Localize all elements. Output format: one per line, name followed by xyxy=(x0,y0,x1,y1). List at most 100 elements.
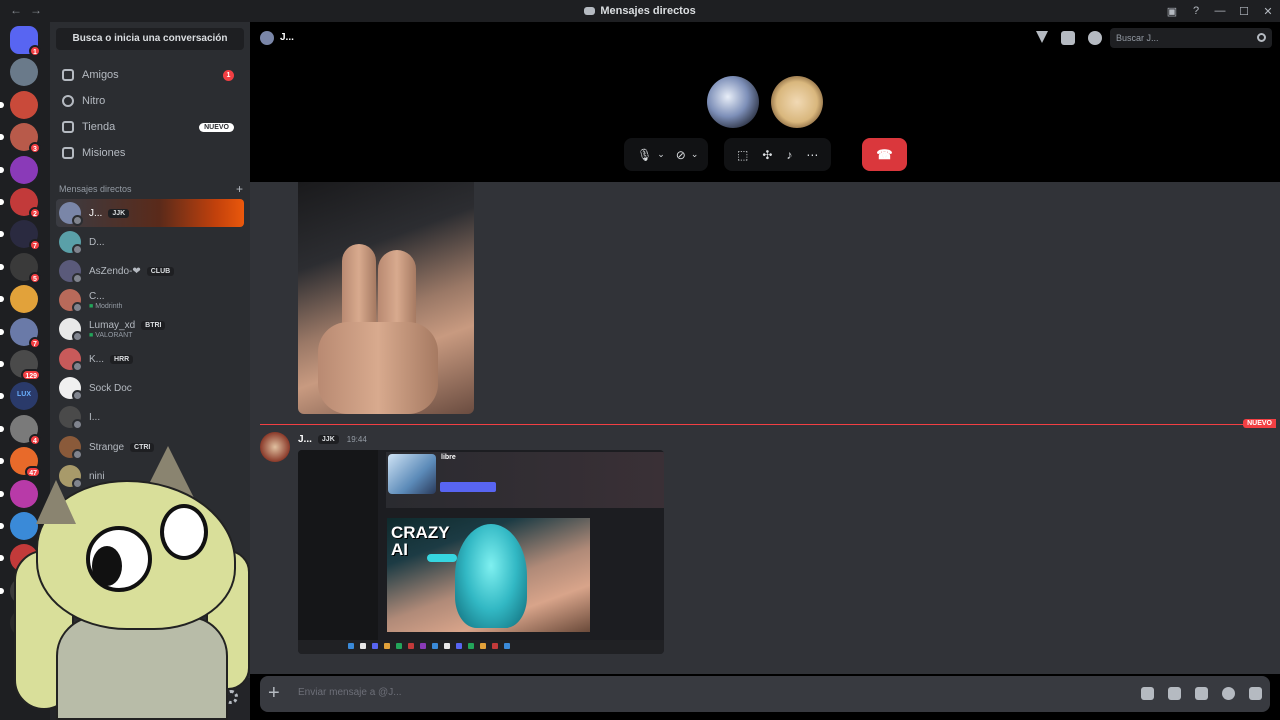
user-avatar[interactable] xyxy=(58,688,80,710)
taskbar-app-icon xyxy=(420,643,426,649)
emoji-icon[interactable] xyxy=(1222,687,1235,700)
server-icon[interactable]: LUX xyxy=(10,382,38,411)
minimize-button[interactable]: — xyxy=(1208,5,1232,17)
dm-item[interactable]: Lumay_xd BTRI ■ VALORANT xyxy=(56,315,244,343)
call-participant-avatar[interactable] xyxy=(707,76,759,128)
user-name: Lúc xyxy=(90,688,108,699)
dm-item[interactable]: Sock Doc xyxy=(56,374,244,402)
dm-item[interactable]: J... JJK xyxy=(56,199,244,227)
server-mention-badge: 3 xyxy=(29,563,41,576)
nav-shop[interactable]: Tienda NUEVO xyxy=(56,114,244,140)
dm-item[interactable]: I... xyxy=(56,403,244,431)
more-icon[interactable]: ⋯ xyxy=(806,148,818,162)
message-list: NUEVO J... JJK 19:44 libre CRAZY AI xyxy=(250,182,1280,674)
guild-tag: CLUB xyxy=(146,266,175,276)
add-friend-icon[interactable] xyxy=(1061,31,1075,45)
avatar xyxy=(59,260,83,284)
nav-friends[interactable]: Amigos 1 xyxy=(56,62,244,88)
chat-main: J... Buscar J... 🎙 ⌄ ⊘ ⌄ ⬚ ✣ ♪ ⋯ ☎ NUEVO… xyxy=(250,22,1280,720)
friends-badge: 1 xyxy=(223,69,234,81)
search-icon xyxy=(1257,33,1266,42)
guild-tag: HRR xyxy=(110,354,134,364)
maximize-button[interactable]: ☐ xyxy=(1232,5,1256,18)
dm-item[interactable]: nini xyxy=(56,462,244,490)
gear-icon[interactable] xyxy=(224,690,238,704)
upload-plus-icon[interactable]: + xyxy=(268,682,280,705)
message-author[interactable]: J... xyxy=(298,434,312,445)
nav-nitro[interactable]: Nitro xyxy=(56,88,244,114)
image-attachment[interactable] xyxy=(298,182,474,414)
dm-item[interactable]: K... HRR xyxy=(56,345,244,373)
server-mention-badge: 2 xyxy=(29,207,41,219)
unread-pill xyxy=(0,166,4,173)
avatar xyxy=(59,202,83,226)
taskbar-app-icon xyxy=(444,643,450,649)
sticker-icon[interactable] xyxy=(1195,687,1208,700)
chat-search-input[interactable]: Buscar J... xyxy=(1110,28,1272,48)
unread-pill xyxy=(0,490,4,497)
server-icon[interactable] xyxy=(10,58,38,87)
apps-icon[interactable] xyxy=(1249,687,1262,700)
server-icon[interactable] xyxy=(10,155,38,184)
help-icon[interactable]: ? xyxy=(1184,5,1208,17)
server-icon[interactable] xyxy=(10,285,38,314)
chevron-down-icon[interactable]: ⌄ xyxy=(657,149,665,160)
screen-share-icon[interactable]: ⬚ xyxy=(737,148,748,162)
server-icon[interactable] xyxy=(10,512,38,540)
server-icon[interactable]: 129 xyxy=(10,350,41,381)
unread-pill xyxy=(0,393,4,400)
nav-quests-label: Misiones xyxy=(82,147,126,159)
shop-new-badge: NUEVO xyxy=(199,122,234,132)
create-dm-icon[interactable]: + xyxy=(236,182,243,196)
server-icon[interactable]: 1 xyxy=(10,26,41,57)
conversation-search-button[interactable]: Busca o inicia una conversación xyxy=(56,28,244,50)
nav-quests[interactable]: Misiones xyxy=(56,140,244,166)
taskbar-app-icon xyxy=(468,643,474,649)
message-input[interactable]: Enviar mensaje a @J... xyxy=(298,687,402,698)
dm-item[interactable]: Strange CTRI xyxy=(56,433,244,461)
inbox-icon[interactable]: ▣ xyxy=(1160,5,1184,18)
avatar xyxy=(59,231,83,255)
server-icon[interactable] xyxy=(10,479,38,508)
chevron-down-icon[interactable]: ⌄ xyxy=(691,149,699,160)
server-icon[interactable]: 3 xyxy=(10,123,41,155)
unread-pill xyxy=(0,134,4,141)
server-mention-badge: 1 xyxy=(29,45,41,57)
taskbar-app-icon xyxy=(504,643,510,649)
unread-pill xyxy=(0,263,4,270)
server-icon[interactable]: 7 xyxy=(10,317,41,349)
server-icon[interactable]: 4 xyxy=(10,414,41,446)
camera-off-icon[interactable]: ⊘ xyxy=(676,148,686,162)
microphone-icon[interactable]: 🎙 xyxy=(637,148,652,162)
avatar xyxy=(59,465,83,489)
message-avatar[interactable] xyxy=(260,432,290,462)
server-icon[interactable]: 7 xyxy=(10,220,41,252)
server-icon[interactable]: 2 xyxy=(10,188,41,219)
server-icon[interactable] xyxy=(10,609,38,638)
call-area: 🎙 ⌄ ⊘ ⌄ ⬚ ✣ ♪ ⋯ ☎ xyxy=(250,54,1280,182)
screenshot-attachment[interactable]: libre CRAZY AI xyxy=(298,450,664,654)
server-icon[interactable]: 5 xyxy=(10,252,41,284)
soundboard-icon[interactable]: ♪ xyxy=(786,148,792,162)
gift-icon[interactable] xyxy=(1141,687,1154,700)
header-actions xyxy=(1023,31,1102,45)
profile-icon[interactable] xyxy=(1088,31,1102,45)
dm-item[interactable]: C... ■ Modrinth xyxy=(56,286,244,314)
server-icon[interactable] xyxy=(10,90,38,119)
dm-item[interactable]: D... xyxy=(56,228,244,256)
call-participant-avatar[interactable] xyxy=(771,76,823,128)
dm-sidebar: Busca o inicia una conversación Amigos 1… xyxy=(50,22,250,720)
hang-up-button[interactable]: ☎ xyxy=(862,138,907,171)
server-icon[interactable]: 47 xyxy=(10,447,41,479)
thumbnail-text: AI xyxy=(391,540,408,559)
activities-icon[interactable]: ✣ xyxy=(762,148,772,162)
dm-name: Lumay_xd xyxy=(89,319,136,331)
dm-item[interactable]: AsZendo-❤ CLUB xyxy=(56,257,244,285)
server-icon[interactable]: 3 xyxy=(10,544,41,576)
gif-icon[interactable] xyxy=(1168,687,1181,700)
dm-name: K... xyxy=(89,353,105,365)
dm-name: C... xyxy=(89,290,105,302)
close-button[interactable]: ✕ xyxy=(1256,5,1280,18)
server-icon[interactable] xyxy=(10,576,38,605)
pin-icon[interactable] xyxy=(1036,31,1048,43)
